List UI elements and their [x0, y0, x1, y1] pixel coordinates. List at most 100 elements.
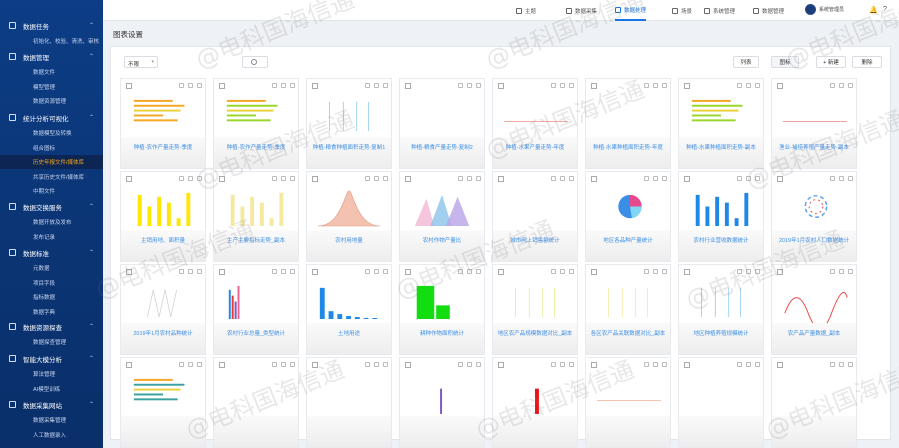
new-chart-button[interactable]: + 新建: [816, 56, 846, 68]
delete-icon[interactable]: [569, 269, 574, 274]
chart-card[interactable]: 地区各品种产量统计: [585, 171, 671, 262]
select-checkbox[interactable]: [777, 362, 783, 368]
edit-icon[interactable]: [179, 83, 184, 88]
edit-icon[interactable]: [272, 269, 277, 274]
delete-icon[interactable]: [290, 269, 295, 274]
select-checkbox[interactable]: [312, 269, 318, 275]
select-checkbox[interactable]: [405, 362, 411, 368]
copy-icon[interactable]: [839, 83, 844, 88]
select-checkbox[interactable]: [219, 176, 225, 182]
copy-icon[interactable]: [188, 176, 193, 181]
select-checkbox[interactable]: [312, 362, 318, 368]
copy-icon[interactable]: [374, 83, 379, 88]
chart-card[interactable]: 农产品产量数据_副本: [771, 264, 857, 355]
edit-icon[interactable]: [365, 362, 370, 367]
chart-card[interactable]: 地区农产品规模数据对比_副本: [492, 264, 578, 355]
copy-icon[interactable]: [839, 269, 844, 274]
delete-icon[interactable]: [569, 176, 574, 181]
copy-icon[interactable]: [560, 269, 565, 274]
sidebar-item[interactable]: 组合图标: [0, 141, 103, 155]
edit-icon[interactable]: [179, 269, 184, 274]
sidebar-item[interactable]: 数据采集管理: [0, 413, 103, 427]
delete-icon[interactable]: [290, 362, 295, 367]
delete-icon[interactable]: [197, 176, 202, 181]
tab-2[interactable]: 数据采集: [566, 0, 597, 21]
select-checkbox[interactable]: [126, 83, 132, 89]
delete-icon[interactable]: [662, 83, 667, 88]
sidebar-section[interactable]: 统计分析可视化 ⌃: [0, 109, 103, 126]
select-checkbox[interactable]: [405, 269, 411, 275]
chart-card[interactable]: 生产主要指标走势_副本: [213, 171, 299, 262]
select-checkbox[interactable]: [405, 83, 411, 89]
select-checkbox[interactable]: [312, 83, 318, 89]
edit-icon[interactable]: [365, 83, 370, 88]
sidebar-section[interactable]: 智能大模分析 ⌃: [0, 350, 103, 367]
delete-icon[interactable]: [755, 269, 760, 274]
chart-card[interactable]: 种植-粮食种植面积走势-复制1: [306, 78, 392, 169]
delete-icon[interactable]: [476, 176, 481, 181]
select-checkbox[interactable]: [591, 269, 597, 275]
chart-card[interactable]: 种植-农作产量走势-季度: [120, 78, 206, 169]
edit-icon[interactable]: [644, 83, 649, 88]
sidebar-item[interactable]: 发布记录: [0, 230, 103, 244]
sidebar-item[interactable]: 数据资源管理: [0, 94, 103, 108]
select-checkbox[interactable]: [591, 83, 597, 89]
edit-icon[interactable]: [179, 176, 184, 181]
copy-icon[interactable]: [467, 83, 472, 88]
copy-icon[interactable]: [653, 83, 658, 88]
sidebar-section[interactable]: 数据采集网站 ⌃: [0, 396, 103, 413]
select-checkbox[interactable]: [219, 362, 225, 368]
delete-icon[interactable]: [662, 176, 667, 181]
edit-icon[interactable]: [830, 83, 835, 88]
copy-icon[interactable]: [746, 83, 751, 88]
copy-icon[interactable]: [374, 362, 379, 367]
edit-icon[interactable]: [272, 176, 277, 181]
copy-icon[interactable]: [281, 83, 286, 88]
select-checkbox[interactable]: [684, 83, 690, 89]
copy-icon[interactable]: [560, 83, 565, 88]
sidebar-item[interactable]: 项目字段: [0, 276, 103, 290]
delete-icon[interactable]: [662, 362, 667, 367]
edit-icon[interactable]: [272, 83, 277, 88]
edit-icon[interactable]: [830, 269, 835, 274]
sidebar-item[interactable]: 数据模型及转换: [0, 126, 103, 140]
delete-icon[interactable]: [197, 362, 202, 367]
edit-icon[interactable]: [644, 176, 649, 181]
edit-icon[interactable]: [458, 83, 463, 88]
select-checkbox[interactable]: [777, 176, 783, 182]
copy-icon[interactable]: [746, 176, 751, 181]
delete-icon[interactable]: [290, 176, 295, 181]
sidebar-section[interactable]: 数据资源探查 ⌃: [0, 318, 103, 335]
chart-card[interactable]: 农村作物产量比: [399, 171, 485, 262]
edit-icon[interactable]: [551, 83, 556, 88]
sidebar-item[interactable]: AI模型训练: [0, 382, 103, 396]
select-checkbox[interactable]: [591, 362, 597, 368]
sidebar-item[interactable]: 数据探查管理: [0, 335, 103, 349]
copy-icon[interactable]: [188, 83, 193, 88]
chart-card[interactable]: 地区种植养殖规模统计: [678, 264, 764, 355]
copy-icon[interactable]: [467, 362, 472, 367]
delete-icon[interactable]: [383, 176, 388, 181]
copy-icon[interactable]: [188, 269, 193, 274]
search-button[interactable]: [242, 56, 268, 68]
copy-icon[interactable]: [374, 176, 379, 181]
edit-icon[interactable]: [458, 362, 463, 367]
tab-6[interactable]: 数据管理: [753, 0, 784, 21]
sidebar-section[interactable]: 数据标准 ⌃: [0, 244, 103, 261]
sidebar-item[interactable]: 数据开放及发布: [0, 215, 103, 229]
edit-icon[interactable]: [644, 362, 649, 367]
delete-icon[interactable]: [755, 362, 760, 367]
edit-icon[interactable]: [830, 176, 835, 181]
sidebar-item[interactable]: 人工数据录入: [0, 428, 103, 442]
chart-card[interactable]: [678, 357, 764, 448]
delete-icon[interactable]: [848, 83, 853, 88]
user-menu[interactable]: 系统管理员: [805, 4, 844, 15]
copy-icon[interactable]: [746, 362, 751, 367]
chart-card[interactable]: [585, 357, 671, 448]
copy-icon[interactable]: [467, 176, 472, 181]
edit-icon[interactable]: [830, 362, 835, 367]
select-checkbox[interactable]: [498, 362, 504, 368]
sidebar-section[interactable]: 数据交换服务 ⌃: [0, 198, 103, 215]
select-checkbox[interactable]: [126, 362, 132, 368]
select-checkbox[interactable]: [498, 269, 504, 275]
